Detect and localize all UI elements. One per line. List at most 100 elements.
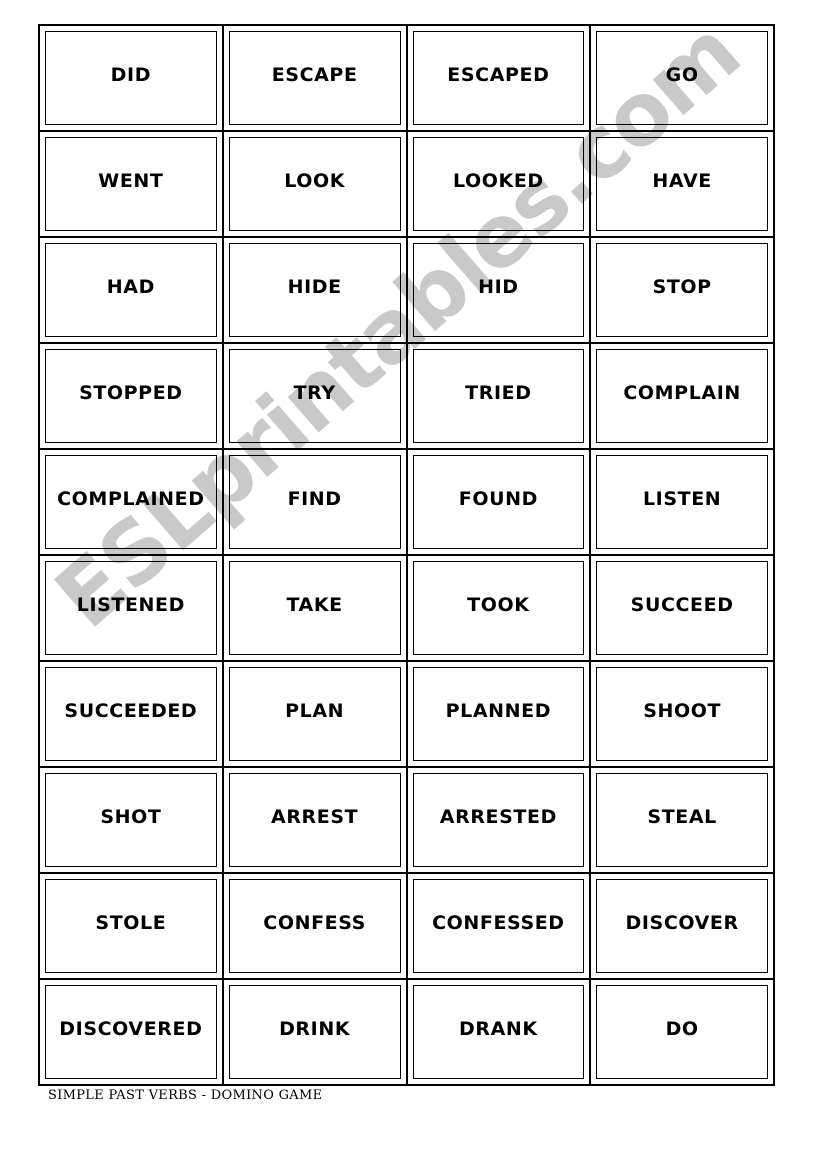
worksheet-page: ESLprintables.com DID ESCAPE ESCAPED GO … <box>0 0 821 1169</box>
domino-card-word: LOOKED <box>452 169 544 192</box>
domino-card[interactable]: DO <box>589 978 775 1086</box>
domino-card-inner: SHOOT <box>596 667 768 761</box>
domino-card-word: DRINK <box>279 1017 351 1040</box>
domino-card[interactable]: COMPLAINED <box>38 448 224 556</box>
domino-card-inner: CONFESSED <box>412 879 585 973</box>
domino-table-body: DID ESCAPE ESCAPED GO WENT LOOK LOOKED H… <box>38 24 775 1086</box>
domino-card[interactable]: LISTEN <box>589 448 775 556</box>
domino-card-word: STOPPED <box>79 381 183 404</box>
domino-card[interactable]: DRANK <box>405 978 592 1086</box>
domino-card-word: CONFESS <box>263 911 366 934</box>
domino-cards-table: DID ESCAPE ESCAPED GO WENT LOOK LOOKED H… <box>38 24 775 1086</box>
domino-card[interactable]: FIND <box>221 448 408 556</box>
domino-card[interactable]: HAVE <box>589 130 775 238</box>
domino-card-word: TOOK <box>467 593 530 616</box>
domino-card-inner: DRINK <box>228 985 401 1079</box>
domino-card-inner: WENT <box>45 137 217 231</box>
domino-card-inner: LOOK <box>228 137 401 231</box>
domino-card-inner: DISCOVER <box>596 879 768 973</box>
domino-card[interactable]: TRY <box>221 342 408 450</box>
domino-card[interactable]: TOOK <box>405 554 592 662</box>
domino-card-inner: DID <box>45 31 217 125</box>
domino-card[interactable]: PLAN <box>221 660 408 768</box>
domino-card[interactable]: ESCAPE <box>221 24 408 132</box>
domino-card-inner: STEAL <box>596 773 768 867</box>
domino-card-inner: TAKE <box>228 561 401 655</box>
domino-card[interactable]: PLANNED <box>405 660 592 768</box>
domino-card[interactable]: SHOOT <box>589 660 775 768</box>
domino-card[interactable]: DISCOVERED <box>38 978 224 1086</box>
domino-card[interactable]: SUCCEED <box>589 554 775 662</box>
domino-card[interactable]: STOP <box>589 236 775 344</box>
domino-card-inner: FOUND <box>412 455 585 549</box>
domino-card[interactable]: STEAL <box>589 766 775 874</box>
domino-card-word: SHOT <box>100 805 162 828</box>
table-row: STOPPED TRY TRIED COMPLAIN <box>38 342 775 450</box>
domino-card-inner: LOOKED <box>412 137 585 231</box>
domino-card[interactable]: HAD <box>38 236 224 344</box>
domino-card[interactable]: LISTENED <box>38 554 224 662</box>
domino-card[interactable]: ARRESTED <box>405 766 592 874</box>
domino-card-word: DRANK <box>459 1017 538 1040</box>
domino-card-word: HAD <box>106 275 155 298</box>
domino-card-word: STOP <box>652 275 712 298</box>
domino-card-word: ESCAPE <box>271 63 358 86</box>
domino-card[interactable]: DRINK <box>221 978 408 1086</box>
table-row: DID ESCAPE ESCAPED GO <box>38 24 775 132</box>
domino-card[interactable]: SHOT <box>38 766 224 874</box>
domino-card-word: SHOOT <box>643 699 722 722</box>
domino-card-inner: ESCAPE <box>228 31 401 125</box>
domino-card-word: STOLE <box>95 911 167 934</box>
domino-card-word: DO <box>665 1017 699 1040</box>
domino-card-inner: COMPLAIN <box>596 349 768 443</box>
domino-card[interactable]: CONFESS <box>221 872 408 980</box>
domino-card-inner: HIDE <box>228 243 401 337</box>
domino-card[interactable]: ARREST <box>221 766 408 874</box>
domino-card[interactable]: COMPLAIN <box>589 342 775 450</box>
domino-card-inner: CONFESS <box>228 879 401 973</box>
domino-card-inner: GO <box>596 31 768 125</box>
domino-card[interactable]: STOLE <box>38 872 224 980</box>
domino-card-word: ESCAPED <box>447 63 550 86</box>
domino-card[interactable]: HIDE <box>221 236 408 344</box>
domino-card[interactable]: CONFESSED <box>405 872 592 980</box>
domino-card-inner: ARRESTED <box>412 773 585 867</box>
table-row: DISCOVERED DRINK DRANK DO <box>38 978 775 1086</box>
domino-card[interactable]: DID <box>38 24 224 132</box>
table-row: SUCCEEDED PLAN PLANNED SHOOT <box>38 660 775 768</box>
domino-card[interactable]: FOUND <box>405 448 592 556</box>
domino-card[interactable]: SUCCEEDED <box>38 660 224 768</box>
domino-card-word: TRIED <box>465 381 532 404</box>
domino-card-inner: DISCOVERED <box>45 985 217 1079</box>
table-row: STOLE CONFESS CONFESSED DISCOVER <box>38 872 775 980</box>
domino-card[interactable]: TAKE <box>221 554 408 662</box>
domino-card[interactable]: TRIED <box>405 342 592 450</box>
table-row: LISTENED TAKE TOOK SUCCEED <box>38 554 775 662</box>
domino-card-inner: STOP <box>596 243 768 337</box>
domino-card-inner: FIND <box>228 455 401 549</box>
domino-card-inner: SUCCEEDED <box>45 667 217 761</box>
domino-card-inner: DRANK <box>412 985 585 1079</box>
domino-card[interactable]: WENT <box>38 130 224 238</box>
domino-card[interactable]: STOPPED <box>38 342 224 450</box>
domino-card-word: GO <box>665 63 699 86</box>
table-row: COMPLAINED FIND FOUND LISTEN <box>38 448 775 556</box>
domino-card[interactable]: GO <box>589 24 775 132</box>
domino-card-word: LOOK <box>284 169 346 192</box>
domino-card-word: SUCCEED <box>630 593 734 616</box>
domino-card[interactable]: HID <box>405 236 592 344</box>
domino-card[interactable]: DISCOVER <box>589 872 775 980</box>
domino-card[interactable]: ESCAPED <box>405 24 592 132</box>
domino-card-inner: TOOK <box>412 561 585 655</box>
worksheet-caption: SIMPLE PAST VERBS - DOMINO GAME <box>48 1088 323 1103</box>
domino-card-inner: LISTEN <box>596 455 768 549</box>
domino-card[interactable]: LOOK <box>221 130 408 238</box>
domino-card-word: TAKE <box>286 593 343 616</box>
domino-card[interactable]: LOOKED <box>405 130 592 238</box>
table-row: SHOT ARREST ARRESTED STEAL <box>38 766 775 874</box>
domino-card-word: PLAN <box>285 699 345 722</box>
domino-card-word: LISTENED <box>76 593 185 616</box>
domino-card-word: PLANNED <box>445 699 552 722</box>
domino-card-word: HID <box>478 275 519 298</box>
domino-card-word: ARREST <box>271 805 359 828</box>
